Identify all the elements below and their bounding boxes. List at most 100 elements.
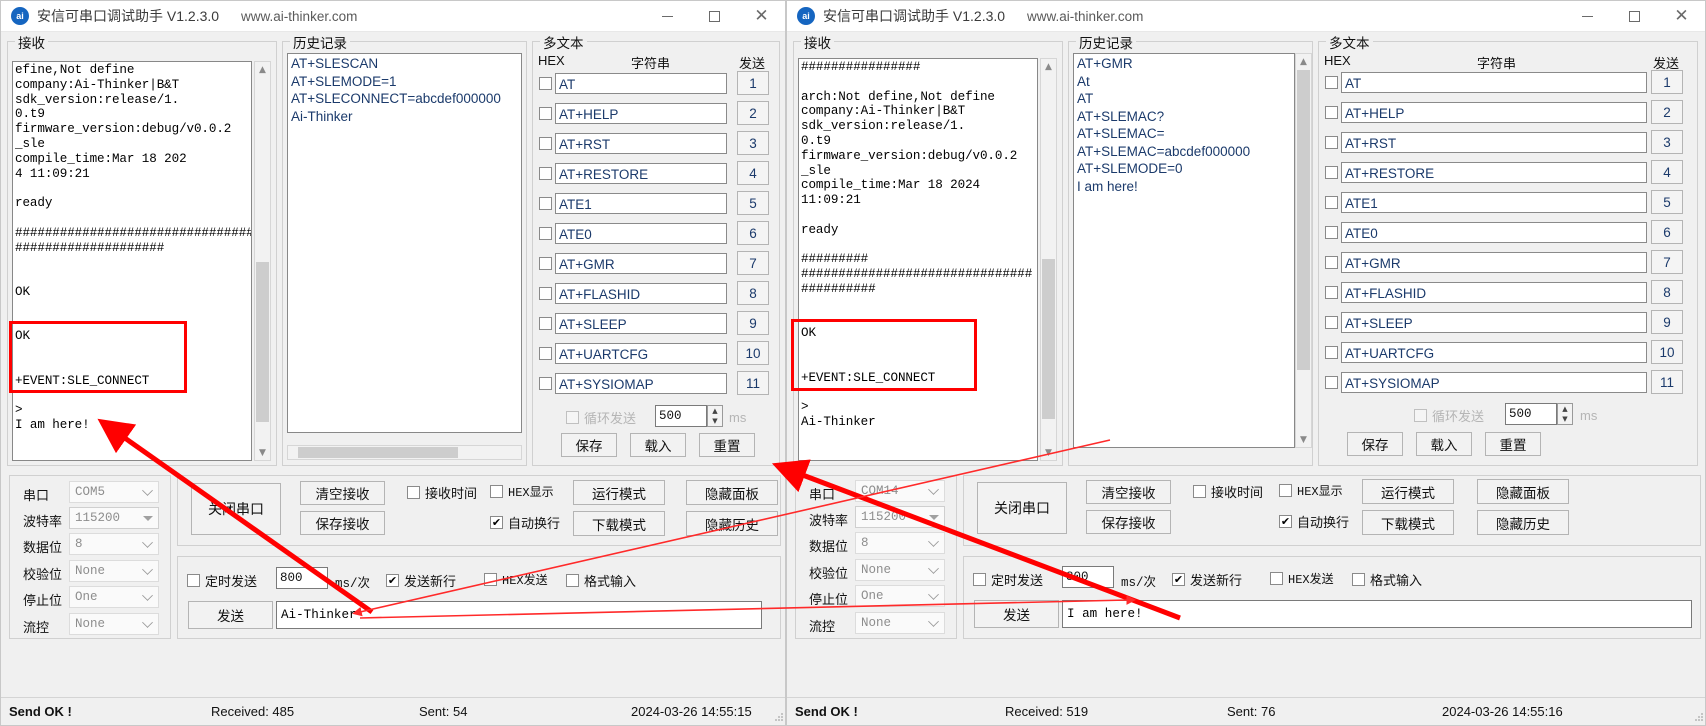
titlebar-right[interactable]: ai 安信可串口调试助手 V1.2.3.0 www.ai-thinker.com… [787,1,1705,32]
multitext-string-input[interactable]: ATE0 [555,223,727,244]
parity-combo[interactable]: None [855,559,945,581]
save-receive-button[interactable]: 保存接收 [1086,510,1171,534]
format-input-checkbox[interactable] [1352,573,1365,586]
multitext-string-input[interactable]: AT+FLASHID [555,283,727,304]
multitext-string-input[interactable]: AT+UARTCFG [1341,342,1647,363]
timed-send-checkbox[interactable] [187,574,200,587]
multitext-hex-checkbox[interactable] [539,287,552,300]
receive-textarea[interactable]: ################ arch:Not define,Not def… [798,58,1038,461]
loop-interval-spinner[interactable]: ▲ ▼ [707,405,723,427]
auto-wrap-checkbox-row[interactable]: ✔ 自动换行 [490,513,560,532]
load-button[interactable]: 载入 [1416,432,1472,456]
send-newline-checkbox-row[interactable]: ✔ 发送新行 [1172,570,1242,589]
stop-bits-combo[interactable]: One [855,585,945,607]
scroll-down-icon[interactable]: ▼ [1041,445,1056,460]
baud-rate-combo[interactable]: 115200 [69,507,159,529]
multitext-send-button-2[interactable]: 2 [1651,100,1683,124]
multitext-send-button-11[interactable]: 11 [737,371,769,395]
receive-scrollbar[interactable]: ▲ ▼ [1040,58,1057,461]
clear-receive-button[interactable]: 清空接收 [1086,480,1171,504]
minimize-button[interactable] [1564,1,1611,32]
multitext-send-button-11[interactable]: 11 [1651,370,1683,394]
load-button[interactable]: 载入 [630,433,686,457]
run-mode-button[interactable]: 运行模式 [1362,479,1454,504]
scroll-up-icon[interactable]: ▲ [1041,59,1056,74]
multitext-string-input[interactable]: AT+SLEEP [1341,312,1647,333]
send-newline-checkbox[interactable]: ✔ [386,574,399,587]
multitext-hex-checkbox[interactable] [1325,286,1338,299]
auto-wrap-checkbox[interactable]: ✔ [1279,515,1292,528]
multitext-send-button-3[interactable]: 3 [737,131,769,155]
clear-receive-button[interactable]: 清空接收 [300,481,385,505]
hex-send-checkbox-row[interactable]: HEX发送 [484,571,548,588]
spinner-up-icon[interactable]: ▲ [708,406,722,416]
hex-display-checkbox-row[interactable]: HEX显示 [1279,482,1343,499]
hide-history-button[interactable]: 隐藏历史 [1477,510,1569,535]
multitext-send-button-9[interactable]: 9 [737,311,769,335]
multitext-send-button-8[interactable]: 8 [737,281,769,305]
multitext-hex-checkbox[interactable] [539,227,552,240]
spinner-down-icon[interactable]: ▼ [1558,414,1572,424]
spinner-down-icon[interactable]: ▼ [708,416,722,426]
multitext-string-input[interactable]: AT+SYSIOMAP [555,373,727,394]
reset-button[interactable]: 重置 [1485,432,1541,456]
multitext-hex-checkbox[interactable] [1325,376,1338,389]
multitext-send-button-7[interactable]: 7 [1651,250,1683,274]
multitext-string-input[interactable]: AT [1341,72,1647,93]
multitext-hex-checkbox[interactable] [1325,196,1338,209]
hscroll-thumb[interactable] [298,447,458,458]
resize-grip-icon[interactable] [1694,712,1704,722]
hex-display-checkbox[interactable] [1279,484,1292,497]
history-hscrollbar[interactable] [287,445,522,460]
send-newline-checkbox[interactable]: ✔ [1172,573,1185,586]
timed-send-checkbox-row[interactable]: 定时发送 [187,571,257,590]
scroll-down-icon[interactable]: ▼ [1296,432,1311,447]
multitext-send-button-6[interactable]: 6 [737,221,769,245]
multitext-hex-checkbox[interactable] [1325,346,1338,359]
loop-send-checkbox[interactable] [566,411,579,424]
multitext-hex-checkbox[interactable] [539,77,552,90]
multitext-string-input[interactable]: AT+GMR [1341,252,1647,273]
download-mode-button[interactable]: 下载模式 [573,511,665,536]
hex-send-checkbox[interactable] [484,573,497,586]
timed-interval-input[interactable]: 800 [1062,566,1114,588]
multitext-hex-checkbox[interactable] [539,257,552,270]
multitext-hex-checkbox[interactable] [1325,316,1338,329]
spinner-up-icon[interactable]: ▲ [1558,404,1572,414]
loop-interval-spinner[interactable]: ▲ ▼ [1557,403,1573,425]
hide-panel-button[interactable]: 隐藏面板 [1477,479,1569,504]
serial-port-combo[interactable]: COM5 [69,481,159,503]
multitext-send-button-3[interactable]: 3 [1651,130,1683,154]
loop-interval-input[interactable]: 500 [1505,403,1557,425]
multitext-string-input[interactable]: ATE0 [1341,222,1647,243]
save-receive-button[interactable]: 保存接收 [300,511,385,535]
titlebar-left[interactable]: ai 安信可串口调试助手 V1.2.3.0 www.ai-thinker.com… [1,1,785,32]
hex-display-checkbox-row[interactable]: HEX显示 [490,483,554,500]
multitext-hex-checkbox[interactable] [1325,136,1338,149]
download-mode-button[interactable]: 下载模式 [1362,510,1454,535]
multitext-send-button-1[interactable]: 1 [1651,70,1683,94]
multitext-hex-checkbox[interactable] [1325,256,1338,269]
multitext-string-input[interactable]: AT+SYSIOMAP [1341,372,1647,393]
multitext-send-button-9[interactable]: 9 [1651,310,1683,334]
save-button[interactable]: 保存 [561,433,617,457]
multitext-hex-checkbox[interactable] [1325,76,1338,89]
multitext-hex-checkbox[interactable] [539,167,552,180]
maximize-button[interactable] [691,1,738,32]
hex-display-checkbox[interactable] [490,485,503,498]
loop-interval-input[interactable]: 500 [655,405,707,427]
multitext-send-button-10[interactable]: 10 [1651,340,1683,364]
multitext-send-button-4[interactable]: 4 [1651,160,1683,184]
scroll-down-icon[interactable]: ▼ [255,445,270,460]
send-newline-checkbox-row[interactable]: ✔ 发送新行 [386,571,456,590]
flow-control-combo[interactable]: None [855,612,945,634]
reset-button[interactable]: 重置 [699,433,755,457]
parity-combo[interactable]: None [69,560,159,582]
auto-wrap-checkbox[interactable]: ✔ [490,516,503,529]
receive-time-checkbox[interactable] [1193,485,1206,498]
receive-time-checkbox[interactable] [407,486,420,499]
multitext-string-input[interactable]: ATE1 [555,193,727,214]
timed-interval-input[interactable]: 800 [276,567,328,589]
hex-send-checkbox-row[interactable]: HEX发送 [1270,570,1334,587]
multitext-hex-checkbox[interactable] [539,317,552,330]
